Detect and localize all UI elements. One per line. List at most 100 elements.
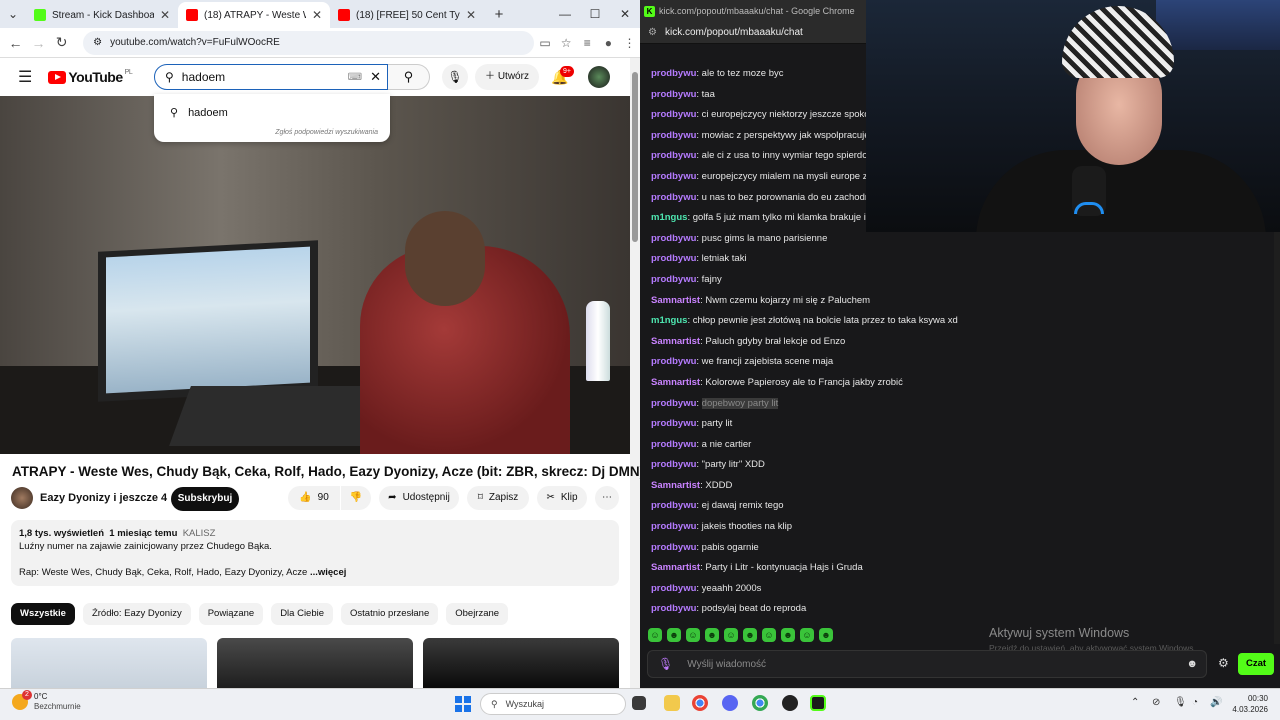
- emote-icon[interactable]: ☻: [743, 628, 757, 642]
- close-tab-icon[interactable]: ✕: [160, 8, 170, 22]
- tray-wifi-icon[interactable]: ◔: [1192, 697, 1198, 708]
- start-menu-windows-icon[interactable]: [455, 696, 471, 712]
- voice-search-mic-icon[interactable]: 🎙: [442, 64, 468, 90]
- chat-username[interactable]: Samnartist: [651, 295, 700, 306]
- channel-avatar[interactable]: [11, 487, 33, 509]
- tab-atrapy[interactable]: (18) ATRAPY - Weste Wes, Chu ✕: [178, 2, 330, 28]
- kick-app-icon[interactable]: [810, 695, 826, 711]
- chip-for-you[interactable]: Dla Ciebie: [271, 603, 334, 625]
- recommended-video-thumbnail[interactable]: [423, 638, 619, 688]
- page-scrollbar[interactable]: [630, 58, 640, 688]
- chat-username[interactable]: prodbywu: [651, 274, 696, 285]
- dislike-button[interactable]: 👎: [341, 486, 371, 510]
- tray-network-icon[interactable]: ⊘: [1152, 697, 1160, 708]
- chat-username[interactable]: prodbywu: [651, 68, 696, 79]
- chat-username[interactable]: prodbywu: [651, 109, 696, 120]
- emote-icon[interactable]: ☻: [819, 628, 833, 642]
- tab-search-icon[interactable]: ⌄: [0, 7, 26, 21]
- emote-icon[interactable]: ☻: [781, 628, 795, 642]
- file-explorer-icon[interactable]: [664, 695, 680, 711]
- new-tab-button[interactable]: +: [484, 6, 514, 23]
- more-actions-button[interactable]: ⋯: [595, 486, 619, 510]
- close-window-icon[interactable]: ✕: [610, 7, 640, 21]
- emote-icon[interactable]: ☻: [667, 628, 681, 642]
- chat-username[interactable]: prodbywu: [651, 439, 696, 450]
- recommended-video-thumbnail[interactable]: [217, 638, 413, 688]
- microphone-icon[interactable]: 🎙: [658, 657, 673, 671]
- discord-icon[interactable]: [722, 695, 738, 711]
- search-input[interactable]: ⚲ hadoem ⌨ ✕: [154, 64, 388, 90]
- save-button[interactable]: ⌑ Zapisz: [467, 486, 529, 510]
- clip-button[interactable]: ✂ Klip: [537, 486, 587, 510]
- location-tag[interactable]: KALISZ: [183, 528, 216, 539]
- maximize-icon[interactable]: ☐: [580, 7, 610, 21]
- chip-watched[interactable]: Obejrzane: [446, 603, 509, 625]
- video-player[interactable]: [0, 96, 630, 454]
- avatar[interactable]: [588, 66, 610, 88]
- chat-username[interactable]: prodbywu: [651, 500, 696, 511]
- chat-username[interactable]: Samnartist: [651, 377, 700, 388]
- chip-source[interactable]: Źródło: Eazy Dyonizy: [82, 603, 191, 625]
- search-button[interactable]: ⚲: [388, 64, 430, 90]
- tray-volume-icon[interactable]: 🔊: [1210, 697, 1222, 708]
- chat-username[interactable]: prodbywu: [651, 253, 696, 264]
- chat-username[interactable]: prodbywu: [651, 521, 696, 532]
- close-tab-icon[interactable]: ✕: [312, 8, 322, 22]
- emote-icon[interactable]: ☺: [762, 628, 776, 642]
- chip-recent[interactable]: Ostatnio przesłane: [341, 603, 439, 625]
- emote-icon[interactable]: ☻: [705, 628, 719, 642]
- channel-name[interactable]: Eazy Dyonizy i jeszcze 4: [40, 492, 167, 504]
- show-more-link[interactable]: ...więcej: [310, 567, 346, 578]
- minimize-icon[interactable]: —: [550, 7, 580, 21]
- emote-icon[interactable]: ☺: [724, 628, 738, 642]
- keyboard-icon[interactable]: ⌨: [348, 72, 362, 83]
- tray-chevron-icon[interactable]: ⌃: [1131, 697, 1139, 708]
- tray-mic-icon[interactable]: 🎙: [1174, 697, 1187, 708]
- hamburger-menu-icon[interactable]: ☰: [18, 67, 32, 87]
- emote-icon[interactable]: ☺: [800, 628, 814, 642]
- chip-all[interactable]: Wszystkie: [11, 603, 75, 625]
- chat-username[interactable]: m1ngus: [651, 315, 687, 326]
- chat-username[interactable]: prodbywu: [651, 542, 696, 553]
- chat-username[interactable]: prodbywu: [651, 603, 696, 614]
- youtube-logo[interactable]: YouTube PL: [48, 69, 133, 85]
- chat-username[interactable]: prodbywu: [651, 398, 696, 409]
- chat-username[interactable]: prodbywu: [651, 192, 696, 203]
- close-tab-icon[interactable]: ✕: [466, 8, 476, 22]
- chat-username[interactable]: Samnartist: [651, 562, 700, 573]
- taskbar-clock[interactable]: 00:30 4.03.2026: [1226, 693, 1268, 715]
- chat-message-input[interactable]: 🎙 Wyślij wiadomość ☻: [647, 650, 1207, 678]
- scrollbar-thumb[interactable]: [632, 72, 638, 242]
- chrome-active-icon[interactable]: [752, 695, 768, 711]
- chat-username[interactable]: prodbywu: [651, 171, 696, 182]
- emoji-picker-icon[interactable]: ☻: [1186, 658, 1198, 670]
- tab-50cent[interactable]: (18) [FREE] 50 Cent Type Beat ✕: [330, 2, 484, 28]
- chat-username[interactable]: prodbywu: [651, 418, 696, 429]
- emote-icon[interactable]: ☺: [648, 628, 662, 642]
- chat-username[interactable]: prodbywu: [651, 150, 696, 161]
- clear-search-icon[interactable]: ✕: [370, 69, 381, 85]
- recommended-video-thumbnail[interactable]: [11, 638, 207, 688]
- cast-icon[interactable]: ▭: [534, 36, 555, 50]
- chat-username[interactable]: prodbywu: [651, 356, 696, 367]
- send-chat-button[interactable]: Czat: [1238, 653, 1274, 675]
- chip-related[interactable]: Powiązane: [198, 603, 264, 625]
- media-queue-icon[interactable]: ≡: [577, 36, 598, 50]
- report-suggestions-link[interactable]: Zgłoś podpowiedzi wyszukiwania: [275, 129, 378, 136]
- chat-username[interactable]: prodbywu: [651, 233, 696, 244]
- chat-username[interactable]: prodbywu: [651, 89, 696, 100]
- menu-dots-icon[interactable]: ⋮: [619, 36, 640, 50]
- bookmark-star-icon[interactable]: ☆: [556, 36, 577, 50]
- like-button[interactable]: 👍 90: [288, 486, 340, 510]
- chat-username[interactable]: prodbywu: [651, 583, 696, 594]
- site-info-icon[interactable]: ⚙: [93, 37, 102, 48]
- chat-settings-gear-icon[interactable]: ⚙: [1218, 656, 1229, 670]
- chat-username[interactable]: m1ngus: [651, 212, 687, 223]
- forward-icon[interactable]: →: [27, 35, 50, 51]
- subscribe-button[interactable]: Subskrybuj: [171, 487, 239, 511]
- chat-username[interactable]: prodbywu: [651, 130, 696, 141]
- profile-icon[interactable]: ●: [598, 36, 619, 50]
- video-description[interactable]: 1,8 tys. wyświetleń 1 miesiąc temu KALIS…: [11, 520, 619, 586]
- back-icon[interactable]: ←: [4, 35, 27, 51]
- chat-username[interactable]: Samnartist: [651, 480, 700, 491]
